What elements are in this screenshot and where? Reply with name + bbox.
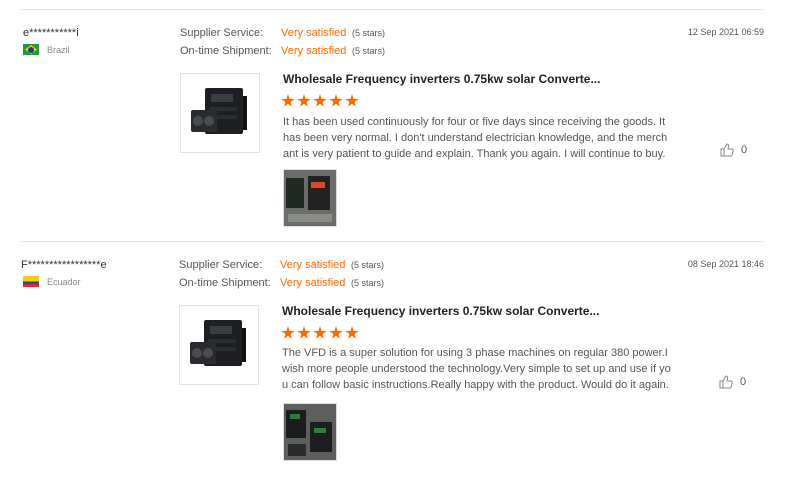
like-button[interactable]: 0 <box>719 375 746 389</box>
shipment-rating: On-time Shipment: Very satisfied (5 star… <box>179 277 384 289</box>
like-count: 0 <box>741 144 748 156</box>
shipment-label: On-time Shipment: <box>179 277 271 289</box>
photo-image-icon <box>284 404 336 460</box>
shipment-rating: On-time Shipment: Very satisfied (5 star… <box>180 45 385 57</box>
review-text: It has been used continuously for four o… <box>283 116 668 160</box>
star-icon <box>345 326 359 339</box>
review-photo[interactable] <box>283 403 337 461</box>
rating-stars <box>281 326 359 340</box>
ecuador-flag-icon <box>23 276 39 287</box>
star-icon <box>297 326 311 339</box>
reviewer-country: Brazil <box>23 44 70 55</box>
inverter-image-icon <box>190 320 246 366</box>
star-icon <box>281 94 295 107</box>
supplier-service-label: Supplier Service: <box>179 259 263 271</box>
review-item: F*****************e Ecuador Supplier Ser… <box>0 259 790 491</box>
shipment-label: On-time Shipment: <box>180 45 272 57</box>
like-button[interactable]: 0 <box>720 143 747 157</box>
supplier-service-rating: Supplier Service: Very satisfied (5 star… <box>180 27 385 39</box>
star-icon <box>313 94 327 107</box>
shipment-stars: (5 stars) <box>352 46 386 56</box>
supplier-service-value: Very satisfied <box>280 259 346 271</box>
star-icon <box>297 94 311 107</box>
star-icon <box>281 326 295 339</box>
shipment-value: Very satisfied <box>281 45 347 57</box>
review-item: e***********i Brazil Supplier Service: V… <box>0 27 790 259</box>
shipment-value: Very satisfied <box>280 277 346 289</box>
supplier-service-label: Supplier Service: <box>180 27 264 39</box>
product-title-link[interactable]: Wholesale Frequency inverters 0.75kw sol… <box>282 304 599 318</box>
reviewer-name: F*****************e <box>21 259 107 271</box>
product-title-link[interactable]: Wholesale Frequency inverters 0.75kw sol… <box>283 72 600 86</box>
star-icon <box>329 326 343 339</box>
thumbs-up-icon <box>720 143 734 157</box>
rating-stars <box>281 94 359 108</box>
country-name: Brazil <box>47 44 70 55</box>
brazil-flag-icon <box>23 44 39 55</box>
product-thumbnail[interactable] <box>179 305 259 385</box>
review-text: The VFD is a super solution for using 3 … <box>282 347 671 391</box>
review-photo[interactable] <box>283 169 337 227</box>
review-date: 08 Sep 2021 18:46 <box>687 259 764 269</box>
reviewer-country: Ecuador <box>23 276 81 287</box>
top-divider <box>21 9 763 10</box>
shipment-stars: (5 stars) <box>351 278 385 288</box>
inverter-image-icon <box>191 88 247 134</box>
supplier-service-rating: Supplier Service: Very satisfied (5 star… <box>179 259 384 271</box>
star-icon <box>313 326 327 339</box>
like-count: 0 <box>740 376 747 388</box>
country-name: Ecuador <box>47 276 81 287</box>
star-icon <box>329 94 343 107</box>
photo-image-icon <box>284 170 336 226</box>
supplier-service-stars: (5 stars) <box>351 260 385 270</box>
star-icon <box>345 94 359 107</box>
product-thumbnail[interactable] <box>180 73 260 153</box>
thumbs-up-icon <box>719 375 733 389</box>
supplier-service-value: Very satisfied <box>281 27 347 39</box>
supplier-service-stars: (5 stars) <box>352 28 386 38</box>
reviewer-name: e***********i <box>23 27 79 39</box>
review-date: 12 Sep 2021 06:59 <box>687 27 764 37</box>
review-divider <box>21 241 763 242</box>
